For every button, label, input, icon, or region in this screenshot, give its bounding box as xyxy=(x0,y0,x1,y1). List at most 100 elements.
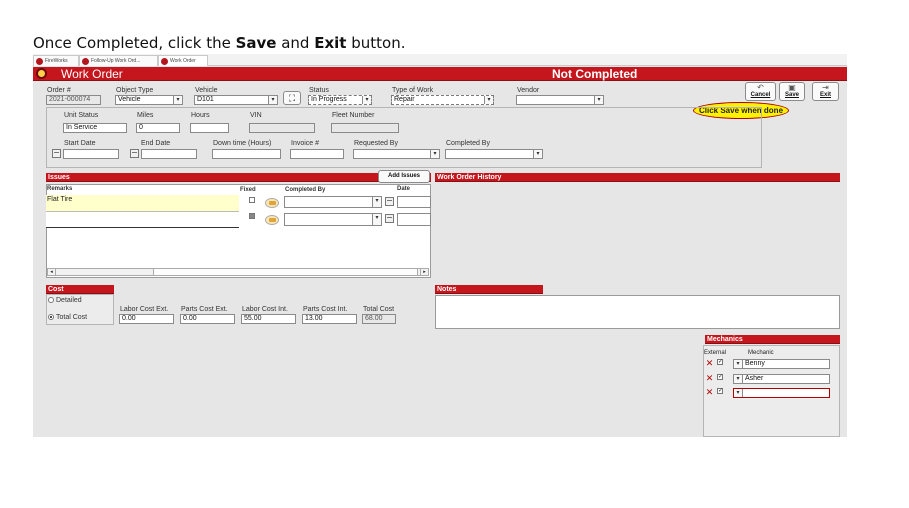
calendar-icon[interactable] xyxy=(385,214,394,223)
object-type-select[interactable]: Vehicle ▾ xyxy=(115,95,183,105)
chevron-down-icon[interactable]: ▾ xyxy=(372,197,381,207)
table-row-remarks[interactable]: Flat Tire xyxy=(46,195,239,212)
chevron-down-icon[interactable]: ▾ xyxy=(594,96,603,104)
floppy-disk-icon: ▣ xyxy=(788,83,796,92)
vin-field xyxy=(249,123,315,133)
invoice-field[interactable] xyxy=(290,149,344,159)
chevron-down-icon[interactable]: ▾ xyxy=(734,389,743,397)
type-of-work-select[interactable]: Repair ▾ xyxy=(391,95,494,105)
scroll-right-icon[interactable]: ▸ xyxy=(420,269,428,275)
calendar-icon[interactable] xyxy=(130,149,139,158)
chevron-down-icon[interactable]: ▾ xyxy=(372,214,381,225)
hours-field[interactable] xyxy=(190,123,229,133)
downtime-field[interactable] xyxy=(212,149,281,159)
status-select[interactable]: In Progress ▾ xyxy=(308,95,372,105)
calendar-icon[interactable] xyxy=(52,149,61,158)
mechanic-select[interactable]: ▾ xyxy=(733,388,830,398)
instruction-text: Once Completed, click the Save and Exit … xyxy=(33,34,406,52)
remarks-column-header: Remarks xyxy=(47,186,73,192)
fireworks-logo-icon xyxy=(161,58,168,65)
table-row-remarks[interactable] xyxy=(46,212,239,228)
chevron-down-icon[interactable]: ▾ xyxy=(173,96,182,104)
vehicle-select[interactable]: D101 ▾ xyxy=(194,95,278,105)
scroll-thumb[interactable] xyxy=(153,269,418,275)
completed-by-select[interactable]: ▾ xyxy=(445,149,543,159)
exit-button[interactable]: ⇥ Exit xyxy=(812,82,839,101)
labor-cost-int-field[interactable]: 55.00 xyxy=(241,314,296,324)
chevron-down-icon[interactable]: ▾ xyxy=(268,96,277,104)
external-checkbox[interactable]: ✓ xyxy=(717,374,723,380)
folder-icon[interactable] xyxy=(265,198,279,208)
labor-cost-ext-label: Labor Cost Ext. xyxy=(120,306,169,313)
vin-label: VIN xyxy=(250,112,262,119)
tab-follow-up-work-order[interactable]: Follow-Up Work Ord... xyxy=(79,55,158,66)
add-issues-button[interactable]: Add Issues xyxy=(378,170,430,183)
horizontal-scrollbar[interactable]: ◂ ▸ xyxy=(47,268,429,276)
parts-cost-ext-field[interactable]: 0.00 xyxy=(180,314,235,324)
external-column-header: External xyxy=(704,350,727,356)
external-checkbox[interactable]: ✓ xyxy=(717,388,723,394)
scroll-left-icon[interactable]: ◂ xyxy=(48,269,56,275)
chevron-down-icon[interactable]: ▾ xyxy=(430,150,439,158)
detailed-radio[interactable]: Detailed xyxy=(48,297,82,305)
delete-x-icon[interactable]: ✕ xyxy=(705,374,714,383)
vendor-select[interactable]: ▾ xyxy=(516,95,604,105)
chevron-down-icon[interactable]: ▾ xyxy=(362,96,371,104)
parts-cost-int-field[interactable]: 13.00 xyxy=(302,314,357,324)
order-number-field: 2021-000074 xyxy=(46,95,101,105)
fixed-checkbox[interactable] xyxy=(249,197,255,203)
completed-by-label: Completed By xyxy=(446,140,490,147)
radio-icon[interactable] xyxy=(48,297,54,303)
miles-field[interactable]: 0 xyxy=(136,123,180,133)
total-cost-radio[interactable]: Total Cost xyxy=(48,314,87,322)
external-checkbox[interactable]: ✓ xyxy=(717,359,723,365)
chevron-down-icon[interactable]: ▾ xyxy=(734,375,743,383)
cancel-button[interactable]: ↶ Cancel xyxy=(745,82,776,101)
object-type-label: Object Type xyxy=(116,87,154,94)
mechanic-column-header: Mechanic xyxy=(748,350,774,356)
work-order-header: Work Order Not Completed xyxy=(33,67,847,81)
fleet-number-field xyxy=(331,123,399,133)
mechanics-header: Mechanics xyxy=(705,335,840,344)
requested-by-select[interactable]: ▾ xyxy=(353,149,440,159)
folder-icon[interactable] xyxy=(265,215,279,225)
issue-date-field[interactable] xyxy=(397,196,431,208)
chevron-down-icon[interactable]: ▾ xyxy=(533,150,542,158)
fixed-checkbox[interactable] xyxy=(249,213,255,219)
calendar-icon[interactable] xyxy=(385,197,394,206)
completed-by-select[interactable]: ▾ xyxy=(284,196,382,208)
mechanic-select[interactable]: ▾ Benny xyxy=(733,359,830,369)
save-word: Save xyxy=(235,34,277,52)
downtime-label: Down time (Hours) xyxy=(213,140,272,147)
unit-status-field[interactable]: In Service xyxy=(63,123,127,133)
fleet-number-label: Fleet Number xyxy=(332,112,375,119)
work-order-history-header: Work Order History xyxy=(435,173,840,182)
undo-arrow-icon: ↶ xyxy=(757,83,764,92)
binoculars-button[interactable]: ⛶ xyxy=(283,91,301,105)
labor-cost-ext-field[interactable]: 0.00 xyxy=(119,314,174,324)
page-title: Work Order xyxy=(61,67,123,81)
radio-selected-icon[interactable] xyxy=(48,314,54,320)
chevron-down-icon[interactable]: ▾ xyxy=(734,360,743,368)
delete-x-icon[interactable]: ✕ xyxy=(705,388,714,397)
chevron-down-icon[interactable]: ▾ xyxy=(484,96,493,104)
status-label: Status xyxy=(309,87,329,94)
date-column-header: Date xyxy=(397,186,411,192)
mechanic-select[interactable]: ▾ Asher xyxy=(733,374,830,384)
start-date-field[interactable] xyxy=(63,149,119,159)
delete-x-icon[interactable]: ✕ xyxy=(705,359,714,368)
tab-fireworks[interactable]: FireWorks xyxy=(33,55,79,66)
issue-date-field[interactable] xyxy=(397,213,431,226)
status-banner: Not Completed xyxy=(552,67,638,81)
tab-work-order[interactable]: Work Order xyxy=(158,55,208,66)
invoice-label: Invoice # xyxy=(291,140,320,147)
end-date-label: End Date xyxy=(141,140,171,147)
completed-by-select[interactable]: ▾ xyxy=(284,213,382,226)
total-cost-field: 68.00 xyxy=(362,314,396,324)
fireworks-logo-icon xyxy=(36,58,43,65)
save-button[interactable]: ▣ Save xyxy=(779,82,805,101)
end-date-field[interactable] xyxy=(141,149,197,159)
notes-textarea[interactable] xyxy=(435,295,840,329)
completed-by-column-header: Completed By xyxy=(285,187,326,193)
order-number-label: Order # xyxy=(47,87,71,94)
